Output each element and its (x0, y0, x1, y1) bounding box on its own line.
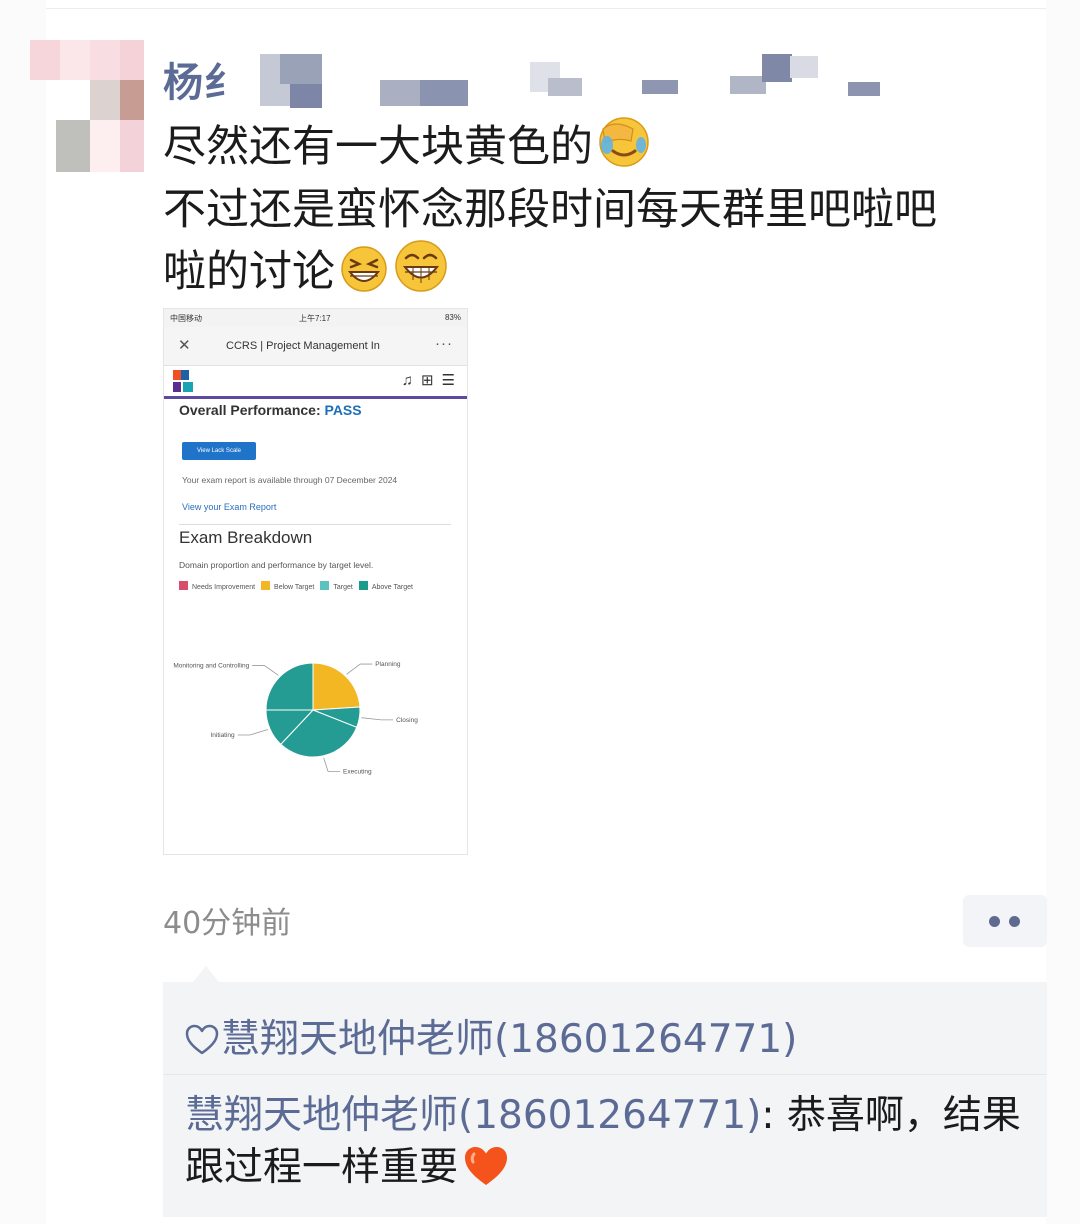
menu-icon: ☰ (441, 372, 455, 389)
post-line-1: 尽然还有一大块黄色的 (163, 115, 1013, 183)
post-line-2: 不过还是蛮怀念那段时间每天群里吧啦吧 (163, 185, 937, 235)
exam-breakdown-desc: Domain proportion and performance by tar… (179, 560, 374, 570)
avatar[interactable] (30, 40, 144, 172)
likes-row: 慧翔天地仲老师(18601264771) (185, 1008, 797, 1066)
chart-legend: Needs Improvement Below Target Target Above… (179, 579, 451, 596)
pie-label: Planning (375, 661, 401, 668)
browser-bar: ✕ CCRS | Project Management In ··· (164, 327, 467, 366)
beaming-face-emoji-icon (393, 238, 449, 308)
redacted-name-mosaic (230, 50, 890, 110)
legend-label: Target (333, 584, 353, 591)
pie-leader-line (346, 663, 373, 675)
browser-page-title: CCRS | Project Management In (226, 340, 380, 352)
overall-performance: Overall Performance: PASS (179, 402, 362, 418)
more-options-button[interactable] (963, 895, 1047, 947)
heart-outline-icon (185, 1021, 219, 1066)
pie-leader-line (323, 757, 341, 772)
post-line-3: 啦的讨论 (163, 238, 1013, 308)
more-dot-icon (1009, 916, 1020, 927)
legend-swatch (320, 581, 330, 590)
legend-label: Above Target (371, 584, 413, 591)
pie-label: Initiating (210, 732, 235, 739)
overall-result: PASS (324, 402, 362, 418)
panel-divider (163, 1074, 1047, 1075)
pie-leader-line (237, 729, 269, 736)
legend-swatch (179, 581, 188, 590)
legend-swatch (261, 581, 271, 590)
top-divider (0, 8, 1080, 9)
bell-icon: ♫ (401, 372, 413, 389)
liker-name[interactable]: 慧翔天地仲老师(18601264771) (221, 1017, 797, 1062)
legend-item: Needs Improvement (179, 579, 255, 596)
comment-author[interactable]: 慧翔天地仲老师(18601264771) (185, 1093, 761, 1138)
post-timestamp: 40分钟前 (163, 906, 292, 941)
attached-image[interactable]: 中国移动 上午7:17 83% ✕ CCRS | Project Managem… (163, 308, 468, 855)
comment-item[interactable]: 慧翔天地仲老师(18601264771): 恭喜啊，结果跟过程一样重要 (185, 1090, 1025, 1202)
battery-level: 83% (444, 313, 461, 322)
grinning-squinting-emoji-icon (339, 244, 389, 308)
pie-leader-line (252, 665, 279, 676)
carrier-label: 中国移动 (170, 314, 202, 323)
status-time: 上午7:17 (299, 314, 331, 323)
facepalm-emoji-icon (597, 115, 651, 183)
phone-status-bar: 中国移动 上午7:17 83% (164, 309, 467, 327)
right-margin (1046, 0, 1080, 1224)
browser-more-icon: ··· (435, 335, 453, 352)
cart-icon: ⊞ (420, 372, 434, 389)
red-heart-emoji-icon (462, 1144, 510, 1202)
site-header-icons: ♫ ⊞ ☰ (394, 371, 455, 389)
close-icon: ✕ (178, 337, 191, 354)
pie-label: Closing (396, 717, 418, 724)
domain-pie-chart: Planning Closing Executing Initiating Monito… (173, 661, 418, 775)
legend-item: Above Target (358, 579, 413, 596)
legend-item: Target (320, 579, 353, 596)
legend-swatch (358, 581, 368, 590)
legend-label: Needs Improvement (192, 584, 256, 591)
report-availability-note: Your exam report is available through 07… (182, 475, 398, 485)
left-margin (0, 0, 46, 1224)
panel-caret (193, 966, 219, 982)
exam-report-link: View your Exam Report (182, 502, 277, 512)
legend-item: Below Target (261, 579, 314, 596)
post-text: 尽然还有一大块黄色的 不过还是蛮怀念那段时间每天群里吧啦吧 啦的讨论 (163, 115, 1013, 308)
view-scale-button: View Lack Scale (182, 442, 256, 460)
exam-breakdown-title: Exam Breakdown (179, 528, 313, 547)
pie-label: Monitoring and Controlling (173, 662, 249, 669)
pie-label: Executing (343, 768, 372, 775)
pmi-logo-icon (173, 370, 193, 392)
more-dot-icon (989, 916, 1000, 927)
pie-leader-line (361, 717, 394, 721)
site-header: ♫ ⊞ ☰ (164, 366, 467, 399)
section-divider (179, 524, 451, 525)
pie-slice (265, 662, 314, 711)
interaction-panel: 慧翔天地仲老师(18601264771) 慧翔天地仲老师(18601264771… (163, 982, 1047, 1217)
legend-label: Below Target (274, 584, 315, 591)
